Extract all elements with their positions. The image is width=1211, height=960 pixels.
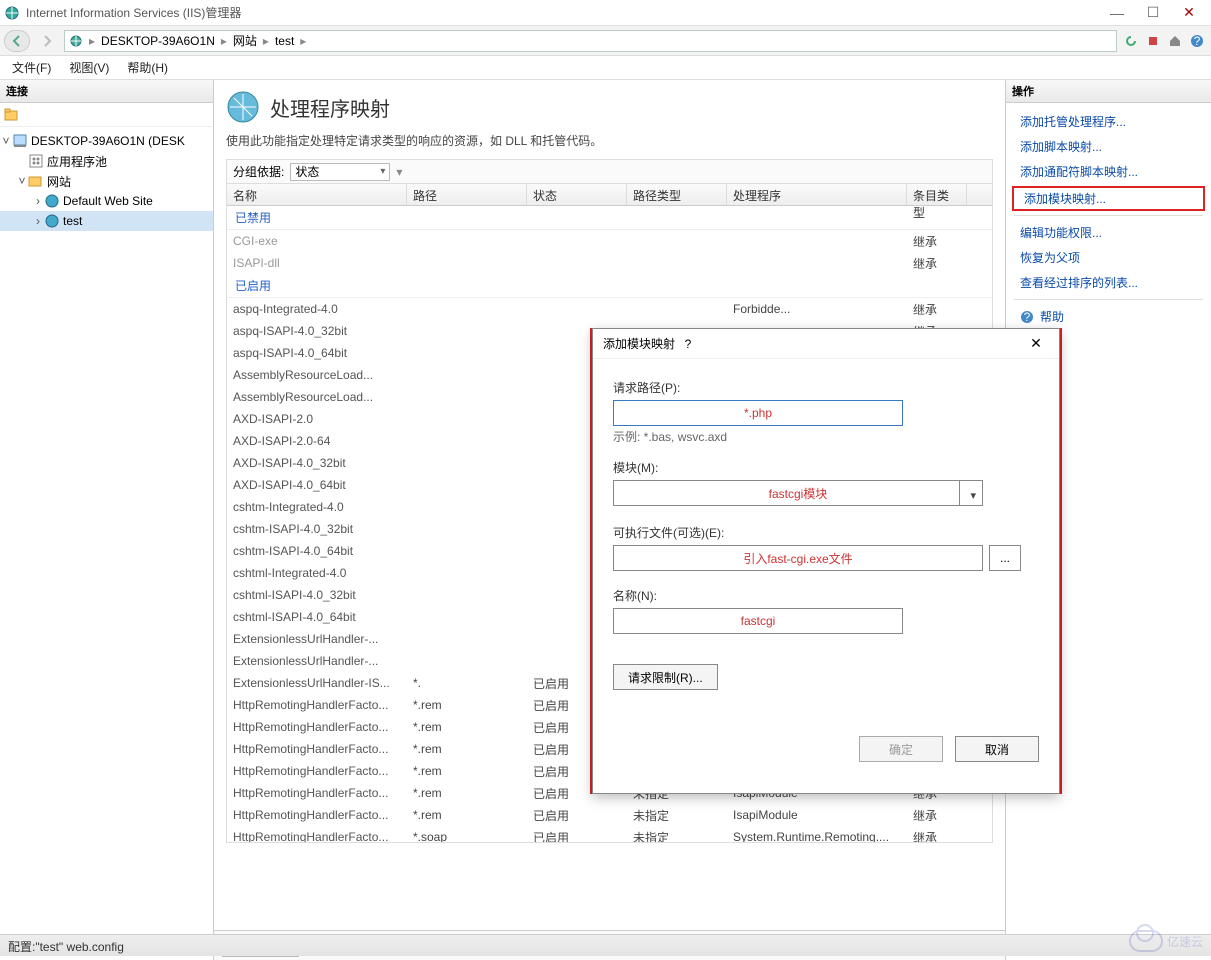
- request-path-label: 请求路径(P):: [613, 379, 1039, 396]
- connections-header: 连接: [0, 80, 213, 103]
- tree-apppools[interactable]: 应用程序池: [0, 151, 213, 171]
- breadcrumb-sites[interactable]: 网站: [233, 32, 257, 49]
- action-add-managed[interactable]: 添加托管处理程序...: [1006, 109, 1211, 134]
- col-name[interactable]: 名称: [227, 184, 407, 205]
- executable-input[interactable]: 引入fast-cgi.exe文件: [613, 545, 983, 571]
- ok-button[interactable]: 确定: [859, 736, 943, 762]
- name-input[interactable]: fastcgi: [613, 608, 903, 634]
- address-bar[interactable]: ▸ DESKTOP-39A6O1N ▸ 网站 ▸ test ▸: [64, 30, 1117, 52]
- tree-server-node[interactable]: ˅DESKTOP-39A6O1N (DESK: [0, 131, 213, 151]
- browse-button[interactable]: ...: [989, 545, 1021, 571]
- col-entry[interactable]: 条目类型: [907, 184, 967, 205]
- menu-file[interactable]: 文件(F): [12, 59, 51, 76]
- dialog-title-bar[interactable]: 添加模块映射 ? ✕: [593, 329, 1059, 359]
- col-state[interactable]: 状态: [527, 184, 627, 205]
- status-bar: 配置:"test" web.config: [0, 934, 1211, 956]
- module-label: 模块(M):: [613, 459, 1039, 476]
- group-by-row: 分组依据: 状态 ▾: [226, 159, 993, 183]
- home-icon[interactable]: [1165, 31, 1185, 51]
- main-panel: 处理程序映射 使用此功能指定处理特定请求类型的响应的资源，如 DLL 和托管代码…: [214, 80, 1005, 960]
- menu-bar: 文件(F) 视图(V) 帮助(H): [0, 56, 1211, 80]
- stop-icon[interactable]: [1143, 31, 1163, 51]
- close-button[interactable]: ✕: [1171, 3, 1207, 23]
- window-title: Internet Information Services (IIS)管理器: [26, 4, 241, 21]
- status-text: 配置:"test" web.config: [8, 940, 124, 954]
- menu-view[interactable]: 视图(V): [69, 59, 109, 76]
- page-description: 使用此功能指定处理特定请求类型的响应的资源，如 DLL 和托管代码。: [226, 132, 993, 149]
- tree-default-site[interactable]: ›Default Web Site: [0, 191, 213, 211]
- group-by-label: 分组依据:: [233, 163, 284, 180]
- dialog-title: 添加模块映射: [603, 335, 675, 352]
- nav-forward-button[interactable]: [34, 30, 60, 52]
- tree-sites[interactable]: ˅网站: [0, 171, 213, 191]
- title-bar: Internet Information Services (IIS)管理器 —…: [0, 0, 1211, 26]
- action-add-module-highlight: 添加模块映射...: [1012, 186, 1205, 211]
- dialog-help-button[interactable]: ?: [675, 337, 701, 351]
- cancel-button[interactable]: 取消: [955, 736, 1039, 762]
- watermark: 亿速云: [1129, 930, 1203, 952]
- refresh-icon[interactable]: [1121, 31, 1141, 51]
- breadcrumb-root[interactable]: DESKTOP-39A6O1N: [101, 34, 215, 48]
- action-add-module[interactable]: 添加模块映射...: [1024, 190, 1193, 207]
- action-add-wildcard[interactable]: 添加通配符脚本映射...: [1006, 159, 1211, 184]
- group-by-select[interactable]: 状态: [290, 163, 390, 181]
- group-enabled[interactable]: 已启用: [227, 274, 992, 298]
- connections-tree: ˅DESKTOP-39A6O1N (DESK 应用程序池 ˅网站 ›Defaul…: [0, 127, 213, 235]
- executable-label: 可执行文件(可选)(E):: [613, 524, 1039, 541]
- table-row[interactable]: HttpRemotingHandlerFacto...*.rem已启用未指定Is…: [227, 804, 992, 826]
- globe-icon: [69, 34, 83, 48]
- request-path-input[interactable]: *.php: [613, 400, 903, 426]
- module-select[interactable]: fastcgi模块▾: [613, 480, 983, 506]
- name-label: 名称(N):: [613, 587, 1039, 604]
- group-disabled[interactable]: 已禁用: [227, 206, 992, 230]
- table-row[interactable]: ISAPI-dll继承: [227, 252, 992, 274]
- menu-help[interactable]: 帮助(H): [127, 59, 168, 76]
- action-add-script[interactable]: 添加脚本映射...: [1006, 134, 1211, 159]
- nav-back-button[interactable]: [4, 30, 30, 52]
- nav-bar: ▸ DESKTOP-39A6O1N ▸ 网站 ▸ test ▸ ?: [0, 26, 1211, 56]
- table-row[interactable]: HttpRemotingHandlerFacto...*.soap已启用未指定S…: [227, 826, 992, 843]
- add-module-mapping-dialog: 添加模块映射 ? ✕ 请求路径(P): *.php 示例: *.bas, wsv…: [592, 328, 1060, 794]
- help-icon[interactable]: ?: [1187, 31, 1207, 51]
- action-view-ordered[interactable]: 查看经过排序的列表...: [1006, 270, 1211, 295]
- connections-panel: 连接 ˅DESKTOP-39A6O1N (DESK 应用程序池 ˅网站 ›Def…: [0, 80, 214, 960]
- page-title: 处理程序映射: [270, 93, 390, 122]
- connections-toolbar: [0, 103, 213, 127]
- table-row[interactable]: aspq-Integrated-4.0Forbidde...继承: [227, 298, 992, 320]
- help-small-icon: ?: [1020, 310, 1034, 324]
- dialog-close-button[interactable]: ✕: [1023, 335, 1049, 352]
- maximize-button[interactable]: ☐: [1135, 3, 1171, 23]
- request-path-hint: 示例: *.bas, wsvc.axd: [613, 428, 1039, 445]
- action-help[interactable]: 帮助: [1040, 308, 1064, 325]
- col-path[interactable]: 路径: [407, 184, 527, 205]
- folder-icon[interactable]: [4, 108, 20, 122]
- action-edit-permissions[interactable]: 编辑功能权限...: [1006, 220, 1211, 245]
- handler-mappings-icon: [226, 90, 260, 124]
- svg-text:?: ?: [1194, 34, 1201, 48]
- request-restrictions-button[interactable]: 请求限制(R)...: [613, 664, 718, 690]
- breadcrumb-leaf[interactable]: test: [275, 34, 294, 48]
- cloud-icon: [1129, 930, 1163, 952]
- col-handler[interactable]: 处理程序: [727, 184, 907, 205]
- minimize-button[interactable]: —: [1099, 3, 1135, 23]
- actions-header: 操作: [1006, 80, 1211, 103]
- iis-icon: [4, 5, 20, 21]
- svg-text:?: ?: [1024, 310, 1031, 324]
- grid-header: 名称 路径 状态 路径类型 处理程序 条目类型: [227, 184, 992, 206]
- table-row[interactable]: CGI-exe继承: [227, 230, 992, 252]
- col-pathtype[interactable]: 路径类型: [627, 184, 727, 205]
- tree-test-site[interactable]: ›test: [0, 211, 213, 231]
- action-revert[interactable]: 恢复为父项: [1006, 245, 1211, 270]
